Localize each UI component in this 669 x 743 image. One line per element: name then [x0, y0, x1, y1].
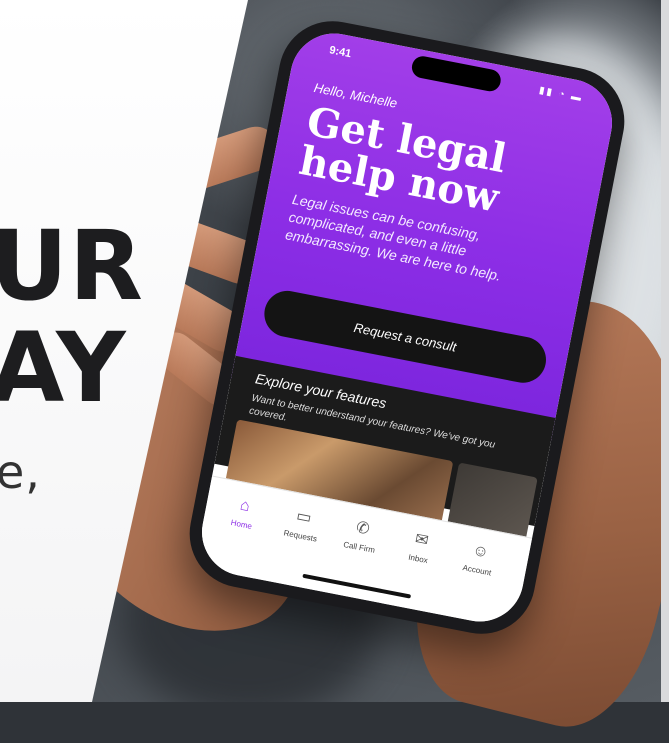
folder-icon: ▭ [294, 507, 313, 528]
tab-label: Account [461, 563, 493, 578]
status-time: 9:41 [328, 44, 353, 61]
panel-text-line-2: AY [0, 312, 127, 424]
tab-call-firm[interactable]: ✆ Call Firm [329, 513, 394, 558]
right-edge-border [661, 0, 669, 702]
phone-icon: ✆ [354, 519, 371, 539]
home-indicator [302, 573, 412, 599]
panel-text-line-1: UR [0, 210, 144, 322]
inbox-icon: ✉ [413, 530, 430, 550]
tab-label: Inbox [407, 552, 429, 566]
tab-home[interactable]: ⌂ Home [211, 490, 276, 535]
tab-inbox[interactable]: ✉ Inbox [388, 524, 453, 569]
account-icon: ☺ [470, 541, 491, 562]
home-icon: ⌂ [238, 496, 252, 516]
tab-account[interactable]: ☺ Account [447, 536, 512, 581]
tab-label: Home [230, 518, 253, 531]
phone-notch [410, 54, 503, 94]
panel-text-line-3: e, [0, 445, 41, 499]
tab-requests[interactable]: ▭ Requests [270, 501, 335, 546]
status-icons: ▮▮ ◔ ▬ [538, 84, 584, 105]
